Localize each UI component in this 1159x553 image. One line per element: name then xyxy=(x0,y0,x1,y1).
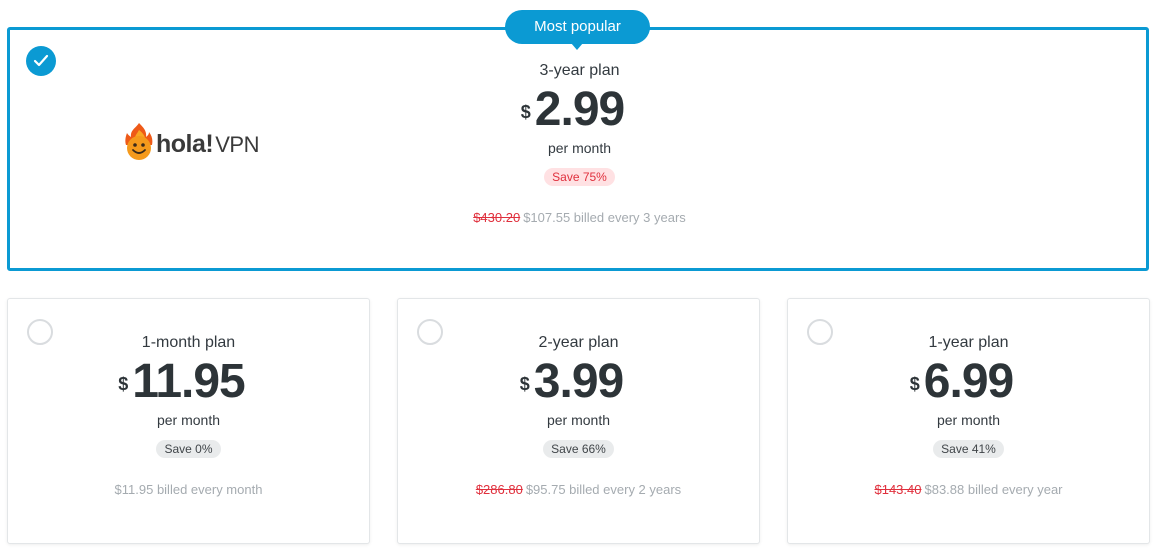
plan-details: 1-year plan $6.99 per month Save 41% $14… xyxy=(788,334,1149,497)
currency-symbol: $ xyxy=(118,374,129,394)
plan-price: $11.95 xyxy=(118,355,245,408)
plan-card-1-month[interactable]: 1-month plan $11.95 per month Save 0% $1… xyxy=(7,298,370,544)
plan-name: 3-year plan xyxy=(539,62,620,79)
save-badge: Save 66% xyxy=(543,440,614,458)
logo-vpn-text: VPN xyxy=(215,132,259,157)
selected-check-icon[interactable] xyxy=(26,46,56,76)
plan-name: 1-year plan xyxy=(928,334,1009,351)
billing-text: $143.40 $83.88 billed every year xyxy=(788,482,1149,497)
original-price: $143.40 xyxy=(874,482,922,497)
badge-pointer xyxy=(571,43,583,50)
price-period: per month xyxy=(936,412,1001,428)
logo-hola-text: hola! xyxy=(156,130,214,158)
plan-name: 2-year plan xyxy=(538,334,619,351)
billing-text: $286.80 $95.75 billed every 2 years xyxy=(398,482,759,497)
price-value: 3.99 xyxy=(533,355,624,408)
price-value: 6.99 xyxy=(923,355,1014,408)
plan-price: $6.99 xyxy=(910,355,1014,408)
flame-smiley-icon xyxy=(125,123,153,160)
price-value: 2.99 xyxy=(534,83,625,136)
plan-card-2-year[interactable]: 2-year plan $3.99 per month Save 66% $28… xyxy=(397,298,760,544)
plan-card-1-year[interactable]: 1-year plan $6.99 per month Save 41% $14… xyxy=(787,298,1150,544)
price-value: 11.95 xyxy=(132,355,245,408)
billing-amount: $11.95 billed every month xyxy=(114,482,263,497)
billing-text: $11.95 billed every month xyxy=(8,482,369,497)
save-badge: Save 41% xyxy=(933,440,1004,458)
plan-name: 1-month plan xyxy=(141,334,236,351)
billing-amount: $95.75 billed every 2 years xyxy=(525,482,682,497)
billing-amount: $83.88 billed every year xyxy=(924,482,1063,497)
most-popular-badge: Most popular xyxy=(505,10,650,44)
currency-symbol: $ xyxy=(520,102,531,122)
original-price: $430.20 xyxy=(473,210,521,225)
original-price: $286.80 xyxy=(475,482,523,497)
plan-price: $2.99 xyxy=(521,83,625,136)
save-badge: Save 75% xyxy=(544,168,615,186)
plan-price: $3.99 xyxy=(520,355,624,408)
currency-symbol: $ xyxy=(519,374,530,394)
plan-details: 2-year plan $3.99 per month Save 66% $28… xyxy=(398,334,759,497)
plan-details: 1-month plan $11.95 per month Save 0% $1… xyxy=(8,334,369,497)
price-period: per month xyxy=(546,412,611,428)
price-period: per month xyxy=(156,412,221,428)
check-icon xyxy=(33,54,49,67)
save-badge: Save 0% xyxy=(156,440,221,458)
billing-text: $430.20 $107.55 billed every 3 years xyxy=(0,210,1159,225)
logo-wordmark: hola!VPN xyxy=(156,130,259,159)
currency-symbol: $ xyxy=(909,374,920,394)
billing-amount: $107.55 billed every 3 years xyxy=(523,210,686,225)
